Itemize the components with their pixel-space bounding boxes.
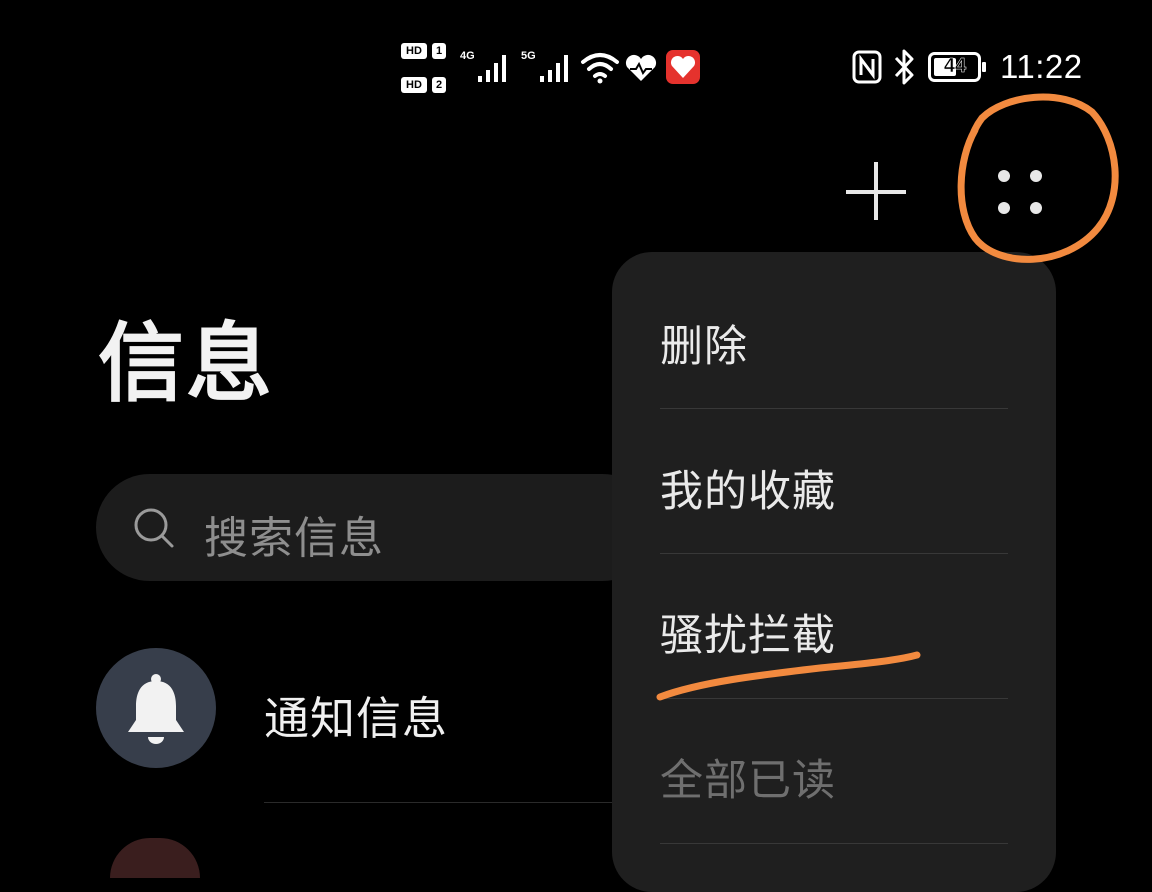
bluetooth-icon xyxy=(894,49,914,85)
avatar xyxy=(96,648,216,768)
menu-divider xyxy=(660,408,1008,409)
clock: 11:22 xyxy=(1000,48,1083,85)
page-title: 信息 xyxy=(98,314,274,414)
app-notification-icon xyxy=(666,50,700,84)
bell-icon xyxy=(128,674,184,744)
menu-divider xyxy=(660,843,1008,844)
menu-divider xyxy=(660,553,1008,554)
health-heart-icon xyxy=(625,54,657,81)
more-dots-icon xyxy=(998,170,1042,214)
hd1-number: 1 xyxy=(432,43,446,59)
menu-divider xyxy=(660,698,1008,699)
plus-icon xyxy=(846,162,906,220)
wifi-icon xyxy=(581,53,619,84)
menu-item-delete[interactable]: 删除 xyxy=(660,312,748,374)
hd1-badge: HD xyxy=(401,43,427,59)
list-divider xyxy=(264,802,664,803)
signal-bars-icon xyxy=(478,55,506,82)
battery-icon: 44 xyxy=(928,52,986,82)
signal-bars-icon-2 xyxy=(540,55,568,82)
hd2-number: 2 xyxy=(432,77,446,93)
add-button[interactable] xyxy=(838,158,914,224)
battery-level: 44 xyxy=(943,55,967,78)
more-options-button[interactable] xyxy=(982,158,1058,224)
hd2-badge: HD xyxy=(401,77,427,93)
search-icon xyxy=(134,508,174,548)
search-input[interactable]: 搜索信息 xyxy=(204,502,384,566)
menu-item-spam-blocking[interactable]: 骚扰拦截 xyxy=(660,601,836,663)
menu-item-favorites[interactable]: 我的收藏 xyxy=(660,457,836,519)
network-type-2: 5G xyxy=(521,50,536,62)
list-item-title: 通知信息 xyxy=(264,692,449,745)
menu-item-mark-all-read: 全部已读 xyxy=(660,756,836,806)
avatar xyxy=(110,838,200,878)
network-type-1: 4G xyxy=(460,50,475,62)
nfc-icon xyxy=(852,50,882,84)
